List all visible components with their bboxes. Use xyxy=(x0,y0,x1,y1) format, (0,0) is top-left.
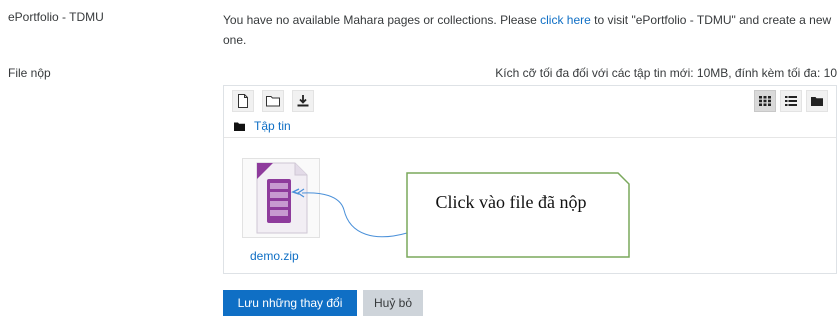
save-changes-button[interactable]: Lưu những thay đổi xyxy=(223,290,357,316)
toolbar-divider xyxy=(224,137,836,138)
breadcrumb-root-link[interactable]: Tập tin xyxy=(254,119,291,133)
download-all-button[interactable] xyxy=(292,90,314,112)
annotation-text: Click vào file đã nộp xyxy=(435,192,587,212)
click-here-link[interactable]: click here xyxy=(540,13,591,27)
annotation-arrow xyxy=(296,188,408,238)
file-manager-toolbar xyxy=(224,86,836,116)
create-folder-button[interactable] xyxy=(262,90,284,112)
file-item-name[interactable]: demo.zip xyxy=(250,249,299,263)
grid-view-icon xyxy=(759,96,771,106)
eportfolio-message-before: You have no available Mahara pages or co… xyxy=(223,13,541,27)
new-file-icon xyxy=(238,94,248,108)
breadcrumb: Tập tin xyxy=(234,119,291,133)
new-folder-icon xyxy=(266,96,280,107)
list-view-icon xyxy=(785,96,797,106)
grid-view-button[interactable] xyxy=(754,90,776,112)
file-limit-text: Kích cỡ tối đa đối với các tập tin mới: … xyxy=(495,66,837,80)
download-icon xyxy=(297,95,309,107)
eportfolio-message: You have no available Mahara pages or co… xyxy=(223,10,835,50)
eportfolio-label: ePortfolio - TDMU xyxy=(8,10,104,24)
folder-icon xyxy=(234,122,245,131)
file-submission-label: File nộp xyxy=(8,66,51,80)
tree-view-icon xyxy=(811,97,823,106)
add-file-button[interactable] xyxy=(232,90,254,112)
cancel-button[interactable]: Huỷ bỏ xyxy=(363,290,423,316)
tree-view-button[interactable] xyxy=(806,90,828,112)
list-view-button[interactable] xyxy=(780,90,802,112)
